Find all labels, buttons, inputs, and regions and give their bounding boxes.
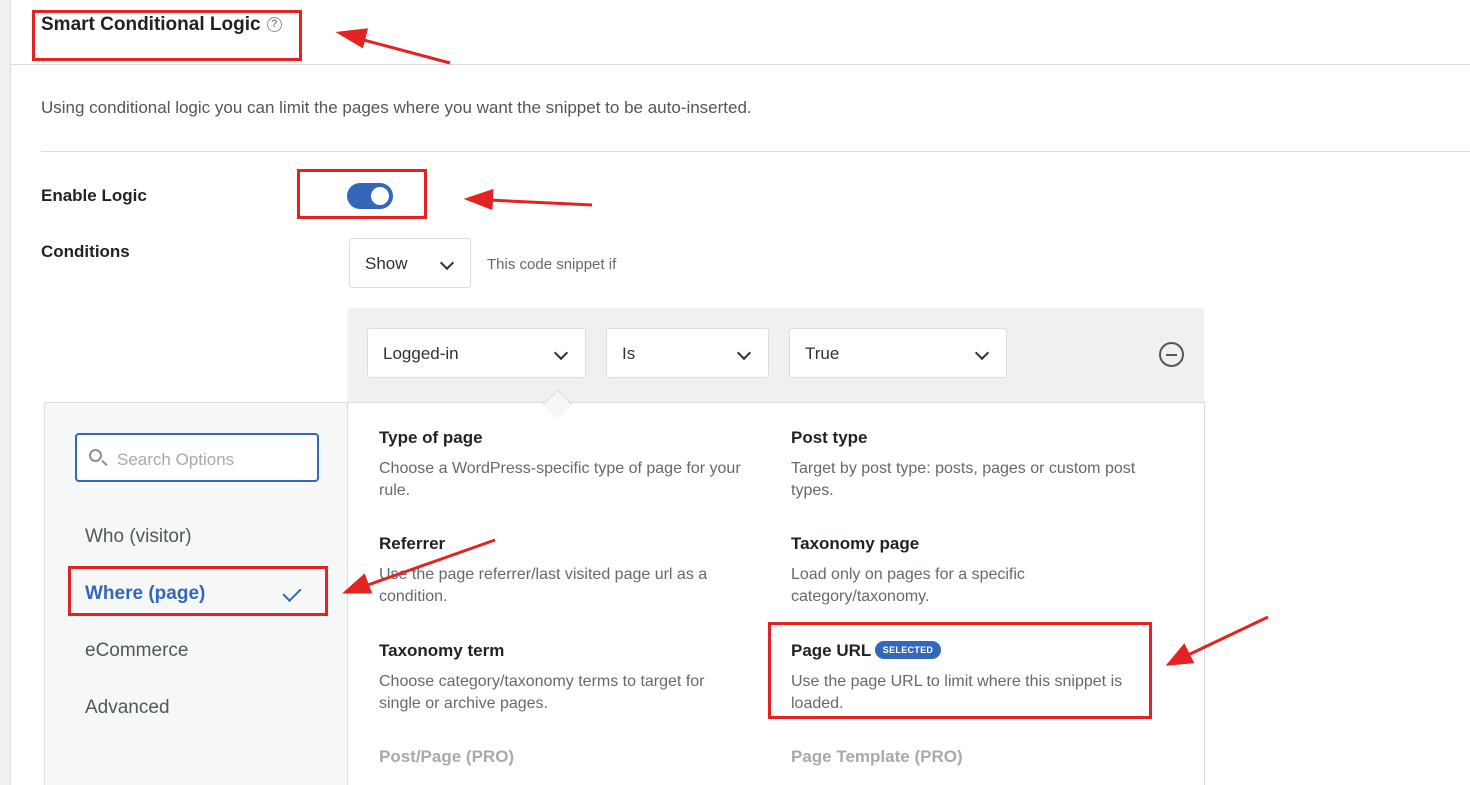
annotation-box-where-page <box>68 566 328 616</box>
condition-value-select[interactable]: True <box>789 328 1007 378</box>
chevron-down-icon <box>975 346 989 360</box>
option-taxonomy-page-desc: Load only on pages for a specific catego… <box>791 564 1161 608</box>
chevron-down-icon <box>737 346 751 360</box>
conditions-label: Conditions <box>41 242 130 262</box>
enable-logic-label: Enable Logic <box>41 186 147 206</box>
remove-condition-icon[interactable] <box>1159 342 1184 367</box>
rail-divider <box>10 0 11 785</box>
search-icon <box>89 449 102 462</box>
show-select-value: Show <box>365 254 408 274</box>
annotation-arrow-toggle-head <box>468 191 492 208</box>
show-hide-select[interactable]: Show <box>349 238 471 288</box>
search-placeholder: Search Options <box>117 450 234 470</box>
annotation-box-toggle <box>297 169 427 219</box>
annotation-arrow-toggle <box>488 200 592 205</box>
annotation-box-title <box>32 10 302 61</box>
option-taxonomy-term-title[interactable]: Taxonomy term <box>379 641 504 661</box>
category-ecommerce[interactable]: eCommerce <box>85 640 188 662</box>
annotation-box-page-url <box>768 622 1152 719</box>
option-page-template-pro-title[interactable]: Page Template (PRO) <box>791 747 963 767</box>
search-options-input[interactable]: Search Options <box>75 433 319 482</box>
option-referrer-title[interactable]: Referrer <box>379 534 445 554</box>
condition-field-select[interactable]: Logged-in <box>367 328 586 378</box>
option-referrer-desc: Use the page referrer/last visited page … <box>379 564 749 608</box>
conditions-hint: This code snippet if <box>487 256 616 273</box>
condition-operator-select[interactable]: Is <box>606 328 769 378</box>
category-who-visitor[interactable]: Who (visitor) <box>85 526 192 548</box>
chevron-down-icon <box>440 256 454 270</box>
option-post-type-desc: Target by post type: posts, pages or cus… <box>791 458 1161 502</box>
option-taxonomy-page-title[interactable]: Taxonomy page <box>791 534 919 554</box>
option-taxonomy-term-desc: Choose category/taxonomy terms to target… <box>379 671 749 715</box>
option-post-type-title[interactable]: Post type <box>791 428 868 448</box>
condition-field-value: Logged-in <box>383 344 459 364</box>
divider <box>41 151 1470 152</box>
condition-operator-value: Is <box>622 344 635 364</box>
option-post-page-pro-title[interactable]: Post/Page (PRO) <box>379 747 514 767</box>
section-description: Using conditional logic you can limit th… <box>41 98 752 118</box>
admin-left-rail <box>0 0 10 785</box>
category-advanced[interactable]: Advanced <box>85 697 170 719</box>
condition-value-value: True <box>805 344 839 364</box>
option-type-of-page-desc: Choose a WordPress-specific type of page… <box>379 458 749 502</box>
option-type-of-page-title[interactable]: Type of page <box>379 428 483 448</box>
chevron-down-icon <box>554 346 568 360</box>
